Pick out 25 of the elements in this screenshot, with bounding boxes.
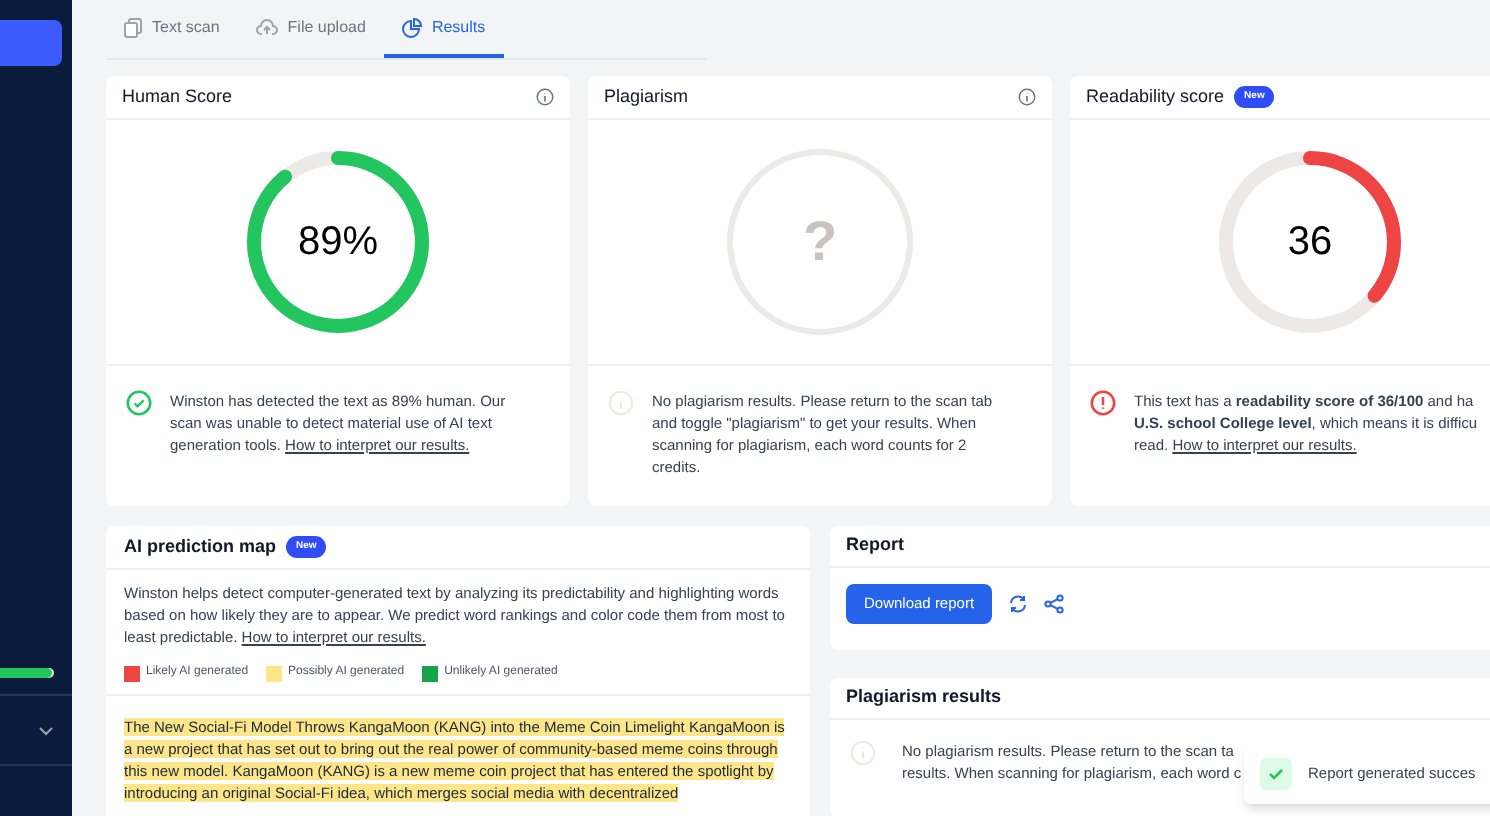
share-icon[interactable]	[1044, 594, 1065, 614]
info-icon	[850, 740, 876, 766]
cloud-upload-icon	[255, 18, 278, 36]
info-icon[interactable]	[1018, 88, 1036, 106]
card-title: Plagiarism results	[846, 684, 1002, 711]
check-circle-icon	[126, 390, 152, 416]
info-icon[interactable]	[536, 88, 554, 106]
card-title: Readability score	[1086, 83, 1225, 110]
chevron-icon[interactable]	[38, 726, 54, 736]
card-title: Plagiarism	[604, 83, 689, 110]
question-mark: ?	[802, 208, 838, 276]
score-value: 36	[1287, 218, 1333, 268]
documents-icon	[124, 17, 142, 37]
score-value: 89%	[297, 218, 379, 268]
pie-chart-icon	[401, 17, 422, 37]
check-icon	[1260, 758, 1292, 790]
exclamation-circle-icon	[1090, 390, 1116, 416]
card-title: Human Score	[122, 83, 233, 110]
card-title: AI prediction map	[124, 533, 277, 560]
card-title: Report	[846, 532, 904, 559]
info-icon	[608, 390, 634, 416]
tab[interactable]: Results	[383, 0, 504, 58]
tab[interactable]: File upload	[237, 0, 384, 58]
refresh-icon[interactable]	[1008, 594, 1029, 614]
tab[interactable]: Text scan	[106, 0, 238, 58]
